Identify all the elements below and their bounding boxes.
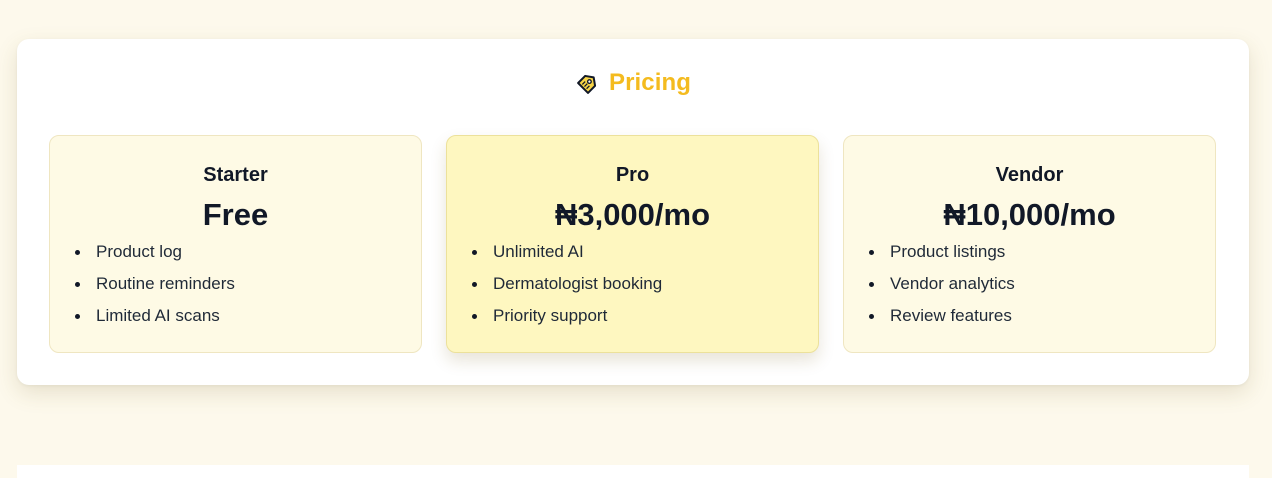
plan-price: ₦3,000/mo [554,197,711,232]
feature-item: Product log [75,242,235,274]
plan-name: Vendor [995,164,1064,186]
feature-list: Product listings Vendor analytics Review… [869,242,1015,338]
pricing-section: Pricing Starter Free Product log Routine… [17,39,1249,385]
feature-item: Priority support [472,306,662,338]
feature-item: Unlimited AI [472,242,662,274]
plan-card-starter[interactable]: Starter Free Product log Routine reminde… [49,135,422,353]
feature-item: Review features [869,306,1015,338]
plan-name: Starter [203,164,268,186]
next-section-panel [17,465,1249,478]
feature-item: Product listings [869,242,1015,274]
tag-icon [577,74,597,94]
plan-name: Pro [615,164,650,186]
feature-item: Vendor analytics [869,274,1015,306]
plan-card-vendor[interactable]: Vendor ₦10,000/mo Product listings Vendo… [843,135,1216,353]
pricing-heading: Pricing [17,69,1249,97]
feature-list: Unlimited AI Dermatologist booking Prior… [472,242,662,338]
plan-price: Free [202,197,269,232]
section-title: Pricing [608,69,692,96]
plan-card-pro[interactable]: Pro ₦3,000/mo Unlimited AI Dermatologist… [446,135,819,353]
feature-list: Product log Routine reminders Limited AI… [75,242,235,338]
feature-item: Dermatologist booking [472,274,662,306]
feature-item: Limited AI scans [75,306,235,338]
plan-price: ₦10,000/mo [943,197,1116,232]
feature-item: Routine reminders [75,274,235,306]
